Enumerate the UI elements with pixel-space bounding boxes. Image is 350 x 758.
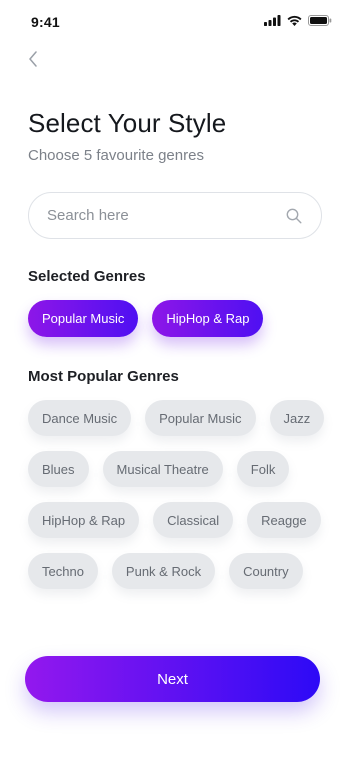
status-icons — [264, 15, 332, 26]
selected-chip-popular-music[interactable]: Popular Music — [28, 300, 139, 337]
wifi-icon — [287, 15, 302, 26]
chevron-left-icon — [28, 50, 38, 72]
genre-chip-classical[interactable]: Classical — [153, 502, 234, 538]
page-title: Select Your Style — [28, 108, 227, 138]
genre-row: Blues Musical Theatre Folk — [28, 451, 328, 487]
search-icon[interactable] — [285, 207, 303, 225]
genre-row: HipHop & Rap Classical Reagge — [28, 502, 328, 538]
genre-chip-dance-music[interactable]: Dance Music — [28, 400, 132, 436]
genre-chip-country[interactable]: Country — [229, 553, 303, 589]
battery-icon — [308, 15, 332, 26]
popular-genres-list: Dance Music Popular Music Jazz Blues Mus… — [28, 400, 328, 604]
genre-chip-jazz[interactable]: Jazz — [269, 400, 325, 436]
status-time: 9:41 — [31, 14, 60, 30]
back-button[interactable] — [22, 50, 44, 72]
cellular-signal-icon — [264, 15, 281, 26]
genre-chip-techno[interactable]: Techno — [28, 553, 98, 589]
popular-genres-title: Most Popular Genres — [28, 368, 179, 385]
genre-row: Techno Punk & Rock Country — [28, 553, 328, 589]
search-input[interactable] — [47, 207, 285, 224]
genre-row: Dance Music Popular Music Jazz — [28, 400, 328, 436]
genre-chip-reagge[interactable]: Reagge — [247, 502, 321, 538]
selected-genres-list: Popular Music HipHop & Rap — [28, 300, 264, 337]
genre-chip-popular-music[interactable]: Popular Music — [145, 400, 256, 436]
page-subtitle: Choose 5 favourite genres — [28, 147, 204, 164]
status-bar: 9:41 — [0, 0, 350, 44]
genre-chip-hiphop-rap[interactable]: HipHop & Rap — [28, 502, 140, 538]
genre-chip-folk[interactable]: Folk — [236, 451, 290, 487]
search-bar[interactable] — [28, 192, 322, 239]
next-button[interactable]: Next — [25, 656, 320, 702]
genre-chip-blues[interactable]: Blues — [28, 451, 89, 487]
genre-chip-musical-theatre[interactable]: Musical Theatre — [102, 451, 223, 487]
selected-chip-hiphop-rap[interactable]: HipHop & Rap — [152, 300, 264, 337]
genre-chip-punk-rock[interactable]: Punk & Rock — [111, 553, 216, 589]
selected-genres-title: Selected Genres — [28, 268, 146, 285]
